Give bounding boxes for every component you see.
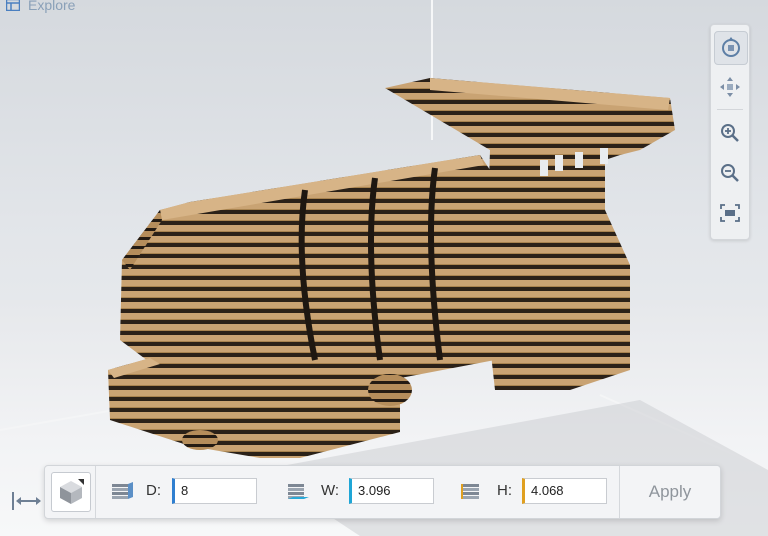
view-navigation-panel xyxy=(710,24,750,240)
shape-picker-button[interactable] xyxy=(51,472,91,512)
depth-input[interactable]: 8 xyxy=(172,478,257,504)
dimension-toolbar: D: 8 W: 3.096 H: 4.068 Apply xyxy=(44,465,721,519)
mode-indicator: Explore xyxy=(6,0,75,14)
pan-button[interactable] xyxy=(714,71,746,103)
fit-view-button[interactable] xyxy=(714,197,746,229)
cube-icon xyxy=(60,479,84,504)
apply-button[interactable]: Apply xyxy=(619,466,720,518)
height-input[interactable]: 4.068 xyxy=(522,478,607,504)
width-slices-icon xyxy=(288,484,309,499)
3d-viewport[interactable]: Explore D: 8 W: 3.096 H: 4.068 Apply xyxy=(0,0,768,536)
zoom-out-button[interactable] xyxy=(714,157,746,189)
pan-icon xyxy=(720,77,740,97)
width-input[interactable]: 3.096 xyxy=(349,478,434,504)
fit-icon xyxy=(720,204,740,222)
zoom-in-icon xyxy=(721,124,739,142)
nav-divider xyxy=(717,109,743,110)
zoom-in-button[interactable] xyxy=(714,117,746,149)
height-slices-icon xyxy=(461,484,479,499)
measure-icon[interactable] xyxy=(10,490,42,512)
grid-icon xyxy=(6,0,20,11)
height-label: H: xyxy=(497,482,512,499)
zoom-out-icon xyxy=(721,164,739,182)
mode-label: Explore xyxy=(28,0,76,13)
toolbar-divider xyxy=(95,466,96,518)
depth-label: D: xyxy=(146,482,161,499)
depth-slices-icon xyxy=(112,482,133,499)
cardboard-model[interactable] xyxy=(100,60,690,480)
orbit-button[interactable] xyxy=(714,31,748,65)
width-label: W: xyxy=(321,482,340,499)
orbit-icon xyxy=(722,37,740,57)
